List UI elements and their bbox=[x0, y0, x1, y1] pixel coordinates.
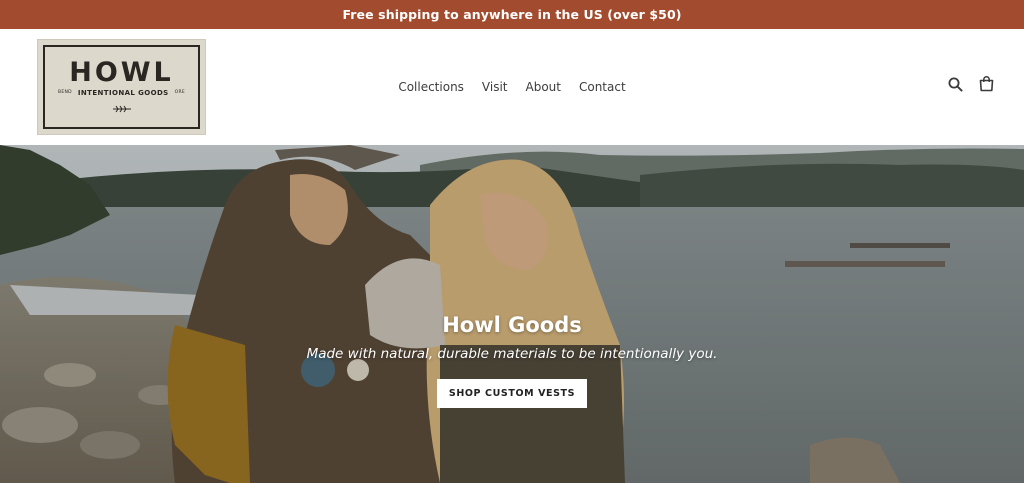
announcement-text: Free shipping to anywhere in the US (ove… bbox=[342, 7, 682, 22]
nav-item-contact[interactable]: Contact bbox=[579, 80, 626, 94]
logo-right-small: ORE bbox=[174, 90, 186, 95]
cart-icon[interactable] bbox=[979, 76, 994, 92]
hero-title: Howl Goods bbox=[442, 313, 582, 337]
logo-frame: HOWL BEND INTENTIONAL GOODS ORE bbox=[43, 45, 200, 129]
nav-item-about[interactable]: About bbox=[526, 80, 561, 94]
logo-wordmark: HOWL bbox=[69, 56, 174, 88]
hero-content: Howl Goods Made with natural, durable ma… bbox=[0, 313, 1024, 408]
site-header: HOWL BEND INTENTIONAL GOODS ORE Collecti… bbox=[0, 29, 1024, 145]
logo[interactable]: HOWL BEND INTENTIONAL GOODS ORE bbox=[37, 39, 206, 135]
logo-tree-icon bbox=[112, 100, 132, 118]
shop-custom-vests-button[interactable]: SHOP CUSTOM VESTS bbox=[436, 379, 588, 408]
hero-banner: Howl Goods Made with natural, durable ma… bbox=[0, 145, 1024, 483]
hero-subtitle: Made with natural, durable materials to … bbox=[306, 346, 718, 362]
search-icon[interactable] bbox=[948, 77, 963, 92]
logo-left-small: BEND bbox=[57, 90, 72, 95]
header-icons bbox=[948, 76, 994, 92]
nav-item-collections[interactable]: Collections bbox=[398, 80, 464, 94]
nav-item-visit[interactable]: Visit bbox=[482, 80, 508, 94]
logo-tagline-row: BEND INTENTIONAL GOODS ORE bbox=[58, 89, 185, 97]
logo-tagline: INTENTIONAL GOODS bbox=[77, 88, 169, 97]
announcement-bar: Free shipping to anywhere in the US (ove… bbox=[0, 0, 1024, 29]
